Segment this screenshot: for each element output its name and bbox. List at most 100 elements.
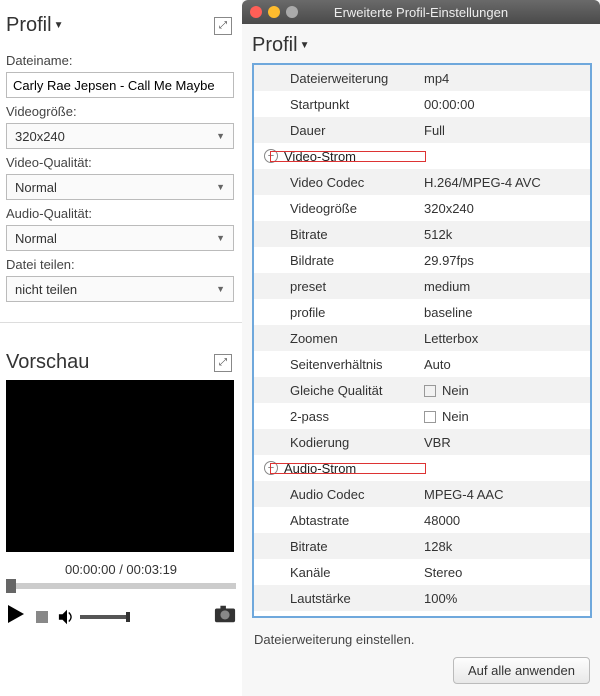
video-preview[interactable] (6, 380, 234, 552)
speaker-icon (58, 608, 76, 626)
videosize-select[interactable]: 320x240 ▼ (6, 123, 234, 149)
row-val: 00:00:00 (424, 91, 590, 117)
play-button[interactable] (6, 604, 26, 629)
row-val: Stereo (424, 559, 590, 585)
row-key: Kanäle (254, 559, 424, 585)
row-key: 2-pass (254, 403, 424, 429)
table-row[interactable]: Video CodecH.264/MPEG-4 AVC (254, 169, 590, 195)
profil-title-left: Profil (6, 14, 52, 37)
time-total: 00:03:19 (126, 562, 177, 577)
row-val: VBR (424, 429, 590, 455)
row-val: 48000 (424, 507, 590, 533)
left-panel: Profil ▼ ⤢ Dateiname: Videogröße: 320x24… (0, 0, 242, 696)
table-row[interactable]: KodierungVBR (254, 429, 590, 455)
videosize-value: 320x240 (15, 129, 65, 144)
stop-button[interactable] (36, 611, 48, 623)
chevron-down-icon: ▼ (216, 131, 225, 141)
table-row[interactable]: Dateierweiterungmp4 (254, 65, 590, 91)
row-key: profile (254, 299, 424, 325)
row-key: Audio Codec (254, 481, 424, 507)
row-key: Bildrate (254, 247, 424, 273)
table-row[interactable]: DauerFull (254, 117, 590, 143)
table-row[interactable]: ZoomenLetterbox (254, 325, 590, 351)
row-key: preset (254, 273, 424, 299)
chevron-down-icon: ▼ (216, 182, 225, 192)
table-row[interactable]: Videogröße320x240 (254, 195, 590, 221)
volume-control[interactable] (58, 608, 130, 626)
seek-slider[interactable] (0, 583, 242, 599)
window-title: Erweiterte Profil-Einstellungen (242, 5, 600, 20)
splitfile-label: Datei teilen: (6, 257, 234, 272)
table-row[interactable]: 2-passNein (254, 403, 590, 429)
table-row[interactable]: Bitrate512k (254, 221, 590, 247)
audioquality-value: Normal (15, 231, 57, 246)
row-key: Abtastrate (254, 507, 424, 533)
filename-input[interactable] (6, 72, 234, 98)
form-area: Dateiname: Videogröße: 320x240 ▼ Video-Q… (0, 47, 242, 302)
row-key: Dauer (254, 117, 424, 143)
table-row[interactable]: Bitrate128k (254, 533, 590, 559)
group-row-video[interactable]: −Video-Strom (254, 143, 590, 169)
time-current: 00:00:00 (65, 562, 116, 577)
checkbox-icon[interactable] (424, 385, 436, 397)
table-row[interactable]: presetmedium (254, 273, 590, 299)
row-val: 100% (424, 585, 590, 611)
row-key: Zoomen (254, 325, 424, 351)
row-key: Seitenverhältnis (254, 351, 424, 377)
profil-dropdown-right[interactable]: Profil ▼ (252, 34, 309, 57)
videoquality-select[interactable]: Normal ▼ (6, 174, 234, 200)
row-key: Gleiche Qualität (254, 377, 424, 403)
table-row[interactable]: profilebaseline (254, 299, 590, 325)
checkbox-icon[interactable] (424, 411, 436, 423)
time-display: 00:00:00 / 00:03:19 (0, 552, 242, 583)
row-val: Full (424, 117, 590, 143)
videosize-label: Videogröße: (6, 104, 234, 119)
snapshot-button[interactable] (214, 603, 236, 630)
row-key: Dateierweiterung (254, 65, 424, 91)
profil-dropdown-left[interactable]: Profil ▼ (6, 14, 63, 37)
table-row[interactable]: Gleiche QualitätNein (254, 377, 590, 403)
table-row[interactable]: Audio CodecMPEG-4 AAC (254, 481, 590, 507)
filename-label: Dateiname: (6, 53, 234, 68)
audioquality-label: Audio-Qualität: (6, 206, 234, 221)
table-row[interactable]: Lautstärke100% (254, 585, 590, 611)
hint-text: Dateierweiterung einstellen. (252, 618, 592, 657)
row-val: 29.97fps (424, 247, 590, 273)
row-key: Kodierung (254, 429, 424, 455)
row-val: medium (424, 273, 590, 299)
row-val: 320x240 (424, 195, 590, 221)
apply-all-button[interactable]: Auf alle anwenden (453, 657, 590, 684)
settings-tree: Dateierweiterungmp4 Startpunkt00:00:00 D… (252, 63, 592, 618)
chevron-down-icon: ▼ (300, 40, 310, 51)
row-key: Videogröße (254, 195, 424, 221)
expand-icon[interactable]: ⤢ (214, 17, 232, 35)
expand-icon[interactable]: ⤢ (214, 354, 232, 372)
row-val: mp4 (424, 65, 590, 91)
chevron-down-icon: ▼ (216, 284, 225, 294)
vorschau-header: Vorschau ⤢ (0, 322, 242, 380)
profil-header-right: Profil ▼ (252, 30, 592, 63)
audioquality-select[interactable]: Normal ▼ (6, 225, 234, 251)
dialog-footer: Auf alle anwenden (252, 657, 592, 688)
player-controls (0, 599, 242, 630)
row-val: Letterbox (424, 325, 590, 351)
row-val: Nein (424, 377, 590, 403)
row-val: 512k (424, 221, 590, 247)
group-row-audio[interactable]: −Audio-Strom (254, 455, 590, 481)
row-val: Nein (424, 403, 590, 429)
table-row[interactable]: KanäleStereo (254, 559, 590, 585)
table-row[interactable]: Startpunkt00:00:00 (254, 91, 590, 117)
row-key: Video Codec (254, 169, 424, 195)
splitfile-value: nicht teilen (15, 282, 77, 297)
advanced-settings-dialog: Erweiterte Profil-Einstellungen Profil ▼… (242, 0, 600, 696)
settings-scroll[interactable]: Dateierweiterungmp4 Startpunkt00:00:00 D… (254, 65, 590, 616)
table-row[interactable]: Bildrate29.97fps (254, 247, 590, 273)
table-row[interactable]: Abtastrate48000 (254, 507, 590, 533)
row-key: Bitrate (254, 533, 424, 559)
splitfile-select[interactable]: nicht teilen ▼ (6, 276, 234, 302)
table-row[interactable]: SeitenverhältnisAuto (254, 351, 590, 377)
row-key: Bitrate (254, 221, 424, 247)
row-val: baseline (424, 299, 590, 325)
row-val: 128k (424, 533, 590, 559)
row-val: H.264/MPEG-4 AVC (424, 169, 590, 195)
